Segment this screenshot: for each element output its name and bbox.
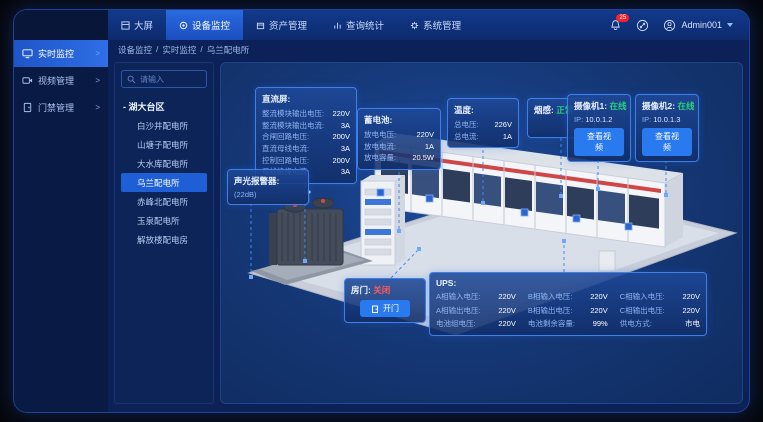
facility-stage: 直流屏: 整流模块输出电压:220V整流模块输出电流:3A合闸回路电压:200V…	[220, 62, 743, 404]
tree-item[interactable]: 白沙井配电所	[121, 116, 207, 135]
sidebar-item-video-manage[interactable]: 视频管理 >	[14, 67, 108, 94]
sidebar-item-door-manage[interactable]: 门禁管理 >	[14, 94, 108, 121]
breadcrumb: 设备监控 / 实时监控 / 乌兰配电所 /	[108, 40, 749, 60]
tree-item[interactable]: 玉泉配电所	[121, 211, 207, 230]
ups-card: UPS: A相输入电压:220VB相输入电压:220VC相输入电压:220VA相…	[429, 272, 707, 336]
card-rows: 整流模块输出电压:220V整流模块输出电流:3A合闸回路电压:200V直流母线电…	[262, 108, 350, 178]
nav-tab-label: 设备监控	[192, 18, 230, 32]
search-icon	[127, 75, 136, 84]
app-window: 实时监控 > 视频管理 > 门禁管理 > 大屏 设备监控	[13, 9, 750, 413]
view-video-button[interactable]: 查看视频	[642, 128, 692, 156]
open-door-button[interactable]: 开门	[360, 300, 410, 317]
fullscreen-icon	[636, 19, 649, 32]
nav-tab-label: 系统管理	[423, 18, 461, 32]
door-card: 房门: 关闭 开门	[344, 278, 426, 323]
small-cabinet	[599, 251, 615, 271]
ip-label: IP:	[574, 115, 583, 124]
nav-tab-label: 资产管理	[269, 18, 307, 32]
camera1-card: 摄像机1: 在线 IP: 10.0.1.2 查看视频	[567, 94, 631, 162]
card-title: 温度:	[454, 104, 512, 116]
notifications-button[interactable]: 25	[609, 19, 622, 32]
ip-label: IP:	[642, 115, 651, 124]
camera1-status: 在线	[609, 101, 626, 111]
card-title: 声光报警器:	[234, 175, 302, 187]
temperature-card: 温度: 总电压:226V总电流:1A	[447, 98, 519, 148]
camera2-ip: 10.0.1.3	[653, 115, 680, 124]
card-title: 蓄电池:	[364, 114, 434, 126]
card-rows: 放电电压:220V放电电流:1A放电容量:20.5W	[364, 129, 434, 164]
card-rows: 总电压:226V总电流:1A	[454, 119, 512, 142]
breadcrumb-item[interactable]: 实时监控	[162, 44, 196, 56]
nav-tab-dashboard[interactable]: 大屏	[108, 10, 166, 40]
big-screen-icon	[121, 21, 130, 30]
camera2-card: 摄像机2: 在线 IP: 10.0.1.3 查看视频	[635, 94, 699, 162]
sidebar-item-label: 视频管理	[38, 74, 74, 87]
sidebar-item-realtime-monitor[interactable]: 实时监控 >	[14, 40, 108, 67]
main-content: - 湖大台区 白沙井配电所 山塘子配电所 大水库配电所 乌兰配电所 赤峰北配电所	[108, 60, 749, 412]
tree-root-label: 湖大台区	[129, 102, 165, 112]
nav-tab-system-manage[interactable]: 系统管理	[397, 10, 474, 40]
alarm-card: 声光报警器: (22dB)	[227, 169, 309, 205]
distribution-cabinet	[361, 175, 405, 265]
breadcrumb-item[interactable]: 设备监控	[118, 44, 152, 56]
battery-card: 蓄电池: 放电电压:220V放电电流:1A放电容量:20.5W	[357, 108, 441, 170]
camera2-status: 在线	[677, 101, 694, 111]
card-title: 房门:	[351, 285, 371, 295]
avatar-icon	[663, 19, 676, 32]
ups-grid: A相输入电压:220VB相输入电压:220VC相输入电压:220VA相输出电压:…	[436, 291, 700, 330]
caret-down-icon	[727, 23, 733, 27]
card-title: 直流屏:	[262, 93, 350, 105]
nav-tab-label: 大屏	[134, 18, 153, 32]
tree-children: 白沙井配电所 山塘子配电所 大水库配电所 乌兰配电所 赤峰北配电所 玉泉配电所 …	[121, 116, 207, 249]
nav-tab-device-monitor[interactable]: 设备监控	[166, 10, 243, 40]
chevron-right-icon: >	[95, 103, 100, 112]
card-title: 烟感:	[534, 105, 554, 115]
camera1-ip: 10.0.1.2	[585, 115, 612, 124]
tree-search	[121, 70, 207, 88]
breadcrumb-separator: /	[200, 44, 202, 56]
card-title: UPS:	[436, 278, 700, 288]
username-label: Admin001	[681, 20, 722, 30]
sidebar-item-label: 实时监控	[38, 47, 74, 60]
stats-icon	[333, 21, 342, 30]
user-menu[interactable]: Admin001	[663, 19, 733, 32]
nav-tab-query-stats[interactable]: 查询统计	[320, 10, 397, 40]
logo-corner	[14, 10, 108, 40]
door-icon	[22, 102, 33, 113]
tree-item[interactable]: 赤峰北配电所	[121, 192, 207, 211]
monitor-icon	[22, 48, 33, 59]
breadcrumb-item[interactable]: 乌兰配电所	[207, 44, 250, 56]
card-title: 摄像机1:	[574, 101, 607, 111]
video-icon	[22, 75, 33, 86]
chevron-right-icon: >	[95, 76, 100, 85]
station-tree-panel: - 湖大台区 白沙井配电所 山塘子配电所 大水库配电所 乌兰配电所 赤峰北配电所	[114, 62, 214, 404]
chevron-right-icon: >	[95, 49, 100, 58]
sidebar: 实时监控 > 视频管理 > 门禁管理 >	[14, 10, 108, 412]
breadcrumb-separator: /	[156, 44, 158, 56]
asset-icon	[256, 21, 265, 30]
tree-item[interactable]: 解放楼配电房	[121, 230, 207, 249]
fullscreen-button[interactable]	[636, 19, 649, 32]
door-status: 关闭	[373, 285, 390, 295]
top-navbar: 大屏 设备监控 资产管理 查询统计 系统管理 25	[108, 10, 749, 40]
door-open-icon	[371, 305, 379, 313]
nav-tab-label: 查询统计	[346, 18, 384, 32]
device-monitor-icon	[179, 21, 188, 30]
notification-badge: 25	[616, 14, 629, 22]
navbar-right: 25 Admin001	[609, 19, 749, 32]
gear-icon	[410, 21, 419, 30]
collapse-icon: -	[123, 102, 126, 112]
tree-item[interactable]: 大水库配电所	[121, 154, 207, 173]
tree-item[interactable]: 山塘子配电所	[121, 135, 207, 154]
main-column: 大屏 设备监控 资产管理 查询统计 系统管理 25	[108, 10, 749, 412]
sidebar-item-label: 门禁管理	[38, 101, 74, 114]
alarm-value: (22dB)	[234, 190, 302, 199]
tree-root-node[interactable]: - 湖大台区	[121, 97, 207, 116]
tree-item[interactable]: 乌兰配电所	[121, 173, 207, 192]
nav-tab-asset-manage[interactable]: 资产管理	[243, 10, 320, 40]
card-title: 摄像机2:	[642, 101, 675, 111]
tree-search-input[interactable]	[140, 75, 201, 84]
view-video-button[interactable]: 查看视频	[574, 128, 624, 156]
